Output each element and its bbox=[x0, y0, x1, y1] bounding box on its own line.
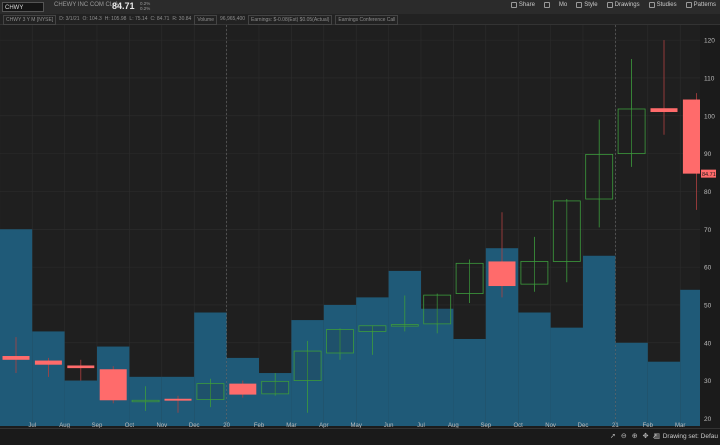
volume-bar bbox=[356, 297, 389, 426]
candle-body-up bbox=[261, 380, 290, 395]
candle-body-up bbox=[358, 325, 387, 332]
candle-body-up bbox=[520, 261, 549, 285]
volume-bar bbox=[615, 342, 648, 426]
drawing-set[interactable]: ➚ Drawing set: Defau bbox=[652, 432, 718, 441]
volume-bar bbox=[583, 255, 616, 426]
candle-body-down bbox=[488, 261, 516, 287]
drawing-set-label: Drawing set: Defau bbox=[662, 432, 718, 440]
y-tick-label: 60 bbox=[704, 265, 712, 272]
candle-body-up bbox=[617, 108, 646, 155]
y-tick-label: 110 bbox=[704, 75, 715, 82]
pan-icon[interactable]: ✥ bbox=[643, 432, 649, 440]
volume-bar bbox=[453, 338, 486, 426]
y-tick-label: 100 bbox=[704, 113, 715, 120]
y-tick-label: 40 bbox=[704, 340, 712, 347]
last-price-tag-label: 84.71 bbox=[702, 172, 716, 178]
candle-body-down bbox=[650, 108, 678, 113]
candle-body-down bbox=[2, 356, 30, 360]
zoom-in-icon[interactable]: ⊕ bbox=[632, 432, 638, 440]
candle-body-down bbox=[164, 398, 192, 401]
y-tick-label: 20 bbox=[704, 416, 712, 423]
candle-body-down bbox=[99, 369, 127, 401]
candle-body-down bbox=[34, 360, 62, 365]
candle-body-up bbox=[196, 383, 225, 400]
volume-bar bbox=[518, 312, 551, 426]
candle-body-up bbox=[423, 294, 452, 325]
volume-bar bbox=[550, 327, 583, 426]
pointer-icon: ➚ bbox=[652, 433, 658, 440]
candle-body-up bbox=[585, 153, 614, 200]
volume-bar bbox=[0, 229, 33, 426]
candle-body-up bbox=[131, 399, 160, 403]
y-tick-label: 70 bbox=[704, 227, 712, 234]
zoom-out-icon[interactable]: ⊖ bbox=[621, 432, 627, 440]
candle-body-up bbox=[293, 350, 322, 382]
volume-bar bbox=[194, 312, 227, 426]
candle-body-down bbox=[229, 383, 257, 395]
cursor-icon[interactable]: ➚ bbox=[610, 432, 616, 440]
y-tick-label: 90 bbox=[704, 151, 712, 158]
candle-body-down bbox=[67, 365, 95, 369]
bottom-bar: ➚ ⊖ ⊕ ✥ ▥ ➚ Drawing set: Defau bbox=[0, 428, 720, 445]
candle-body-up bbox=[455, 262, 484, 294]
y-tick-label: 50 bbox=[704, 302, 712, 309]
volume-bar bbox=[64, 380, 97, 426]
price-axis bbox=[700, 25, 720, 426]
y-tick-label: 30 bbox=[704, 378, 712, 385]
volume-bar bbox=[388, 270, 421, 426]
y-tick-label: 80 bbox=[704, 189, 712, 196]
candle-body-up bbox=[552, 200, 581, 262]
y-tick-label: 120 bbox=[704, 38, 715, 45]
volume-bar bbox=[647, 361, 681, 426]
volume-bar bbox=[32, 331, 65, 426]
candle-body-up bbox=[326, 329, 354, 354]
candle-body-up bbox=[390, 324, 419, 327]
price-chart[interactable]: 203040506070809010011012084.71Jul Aug Sep O… bbox=[0, 0, 720, 428]
volume-bar bbox=[323, 304, 357, 426]
